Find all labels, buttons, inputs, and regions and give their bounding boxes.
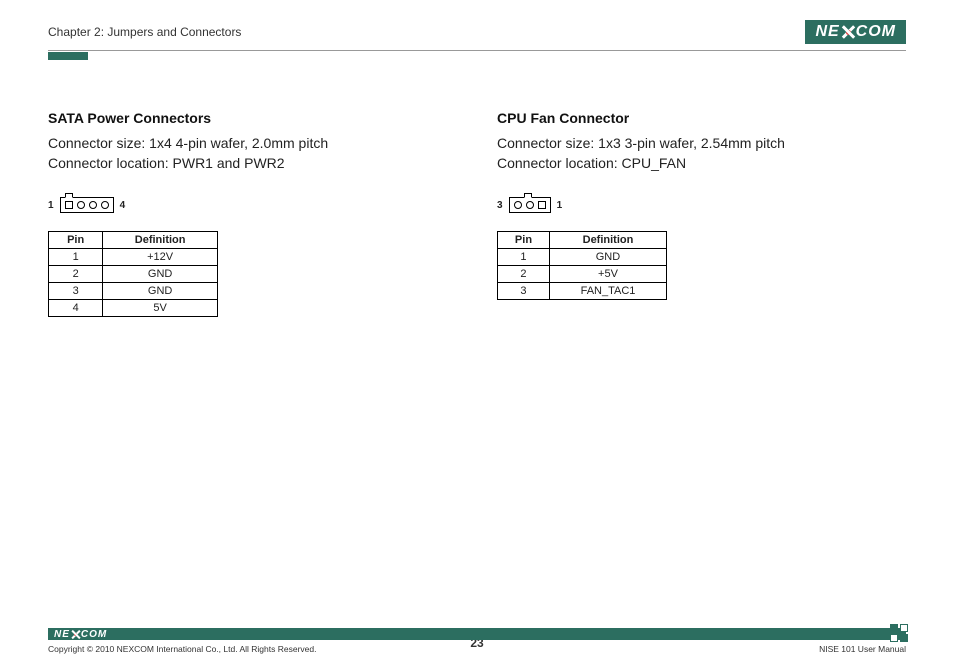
cell-def: GND — [103, 266, 218, 283]
page-header: Chapter 2: Jumpers and Connectors NE COM — [48, 20, 906, 51]
footer-squares-icon — [890, 624, 908, 642]
page-footer: NE COM Copyright © 2010 NEXCOM Internati… — [48, 628, 906, 654]
header-accent-bar — [48, 52, 88, 60]
table-row: 2GND — [49, 266, 218, 283]
sata-power-section: SATA Power Connectors Connector size: 1x… — [48, 110, 457, 317]
sata-pin-table: Pin Definition 1+12V 2GND 3GND 45V — [48, 231, 218, 317]
chapter-title: Chapter 2: Jumpers and Connectors — [48, 25, 241, 39]
brand-right: COM — [856, 23, 896, 41]
cell-def: GND — [103, 283, 218, 300]
cell-def: 5V — [103, 300, 218, 317]
sata-location: Connector location: PWR1 and PWR2 — [48, 154, 457, 174]
brand-logo: NE COM — [805, 20, 906, 44]
cell-pin: 4 — [49, 300, 103, 317]
sata-size: Connector size: 1x4 4-pin wafer, 2.0mm p… — [48, 134, 457, 154]
section-title-cpufan: CPU Fan Connector — [497, 110, 906, 126]
cell-pin: 1 — [498, 249, 550, 266]
notch-icon — [524, 193, 532, 198]
cell-pin: 1 — [49, 249, 103, 266]
cell-def: +5V — [549, 266, 666, 283]
sata-connector-diagram: 1 4 — [48, 197, 457, 213]
pin-icon — [89, 201, 97, 209]
th-pin: Pin — [498, 232, 550, 249]
pin-icon — [77, 201, 85, 209]
cell-pin: 3 — [49, 283, 103, 300]
section-title-sata: SATA Power Connectors — [48, 110, 457, 126]
table-row: 2+5V — [498, 266, 667, 283]
brand-left: NE — [54, 629, 70, 640]
cell-pin: 2 — [498, 266, 550, 283]
brand-left: NE — [815, 23, 839, 41]
copyright-text: Copyright © 2010 NEXCOM International Co… — [48, 644, 316, 654]
table-row: 1GND — [498, 249, 667, 266]
table-row: 45V — [49, 300, 218, 317]
footer-brand-logo: NE COM — [54, 629, 107, 640]
cpufan-location: Connector location: CPU_FAN — [497, 154, 906, 174]
brand-x-icon — [71, 630, 80, 639]
th-pin: Pin — [49, 232, 103, 249]
cell-pin: 2 — [49, 266, 103, 283]
table-row: 3FAN_TAC1 — [498, 283, 667, 300]
pin-label-right: 4 — [120, 200, 126, 211]
connector-body-icon — [509, 197, 551, 213]
cell-pin: 3 — [498, 283, 550, 300]
th-def: Definition — [103, 232, 218, 249]
cpufan-pin-table: Pin Definition 1GND 2+5V 3FAN_TAC1 — [497, 231, 667, 300]
footer-bar: NE COM — [48, 628, 906, 640]
pin-icon — [514, 201, 522, 209]
pin-icon — [526, 201, 534, 209]
connector-body-icon — [60, 197, 114, 213]
brand-right: COM — [81, 629, 107, 640]
notch-icon — [65, 193, 73, 198]
manual-name: NISE 101 User Manual — [819, 644, 906, 654]
brand-x-icon — [841, 25, 855, 39]
cpufan-connector-diagram: 3 1 — [497, 197, 906, 213]
pin-label-left: 1 — [48, 200, 54, 211]
pin-icon — [538, 201, 546, 209]
pin-icon — [65, 201, 73, 209]
cpu-fan-section: CPU Fan Connector Connector size: 1x3 3-… — [497, 110, 906, 317]
cpufan-size: Connector size: 1x3 3-pin wafer, 2.54mm … — [497, 134, 906, 154]
cell-def: +12V — [103, 249, 218, 266]
pin-label-right: 1 — [557, 200, 563, 211]
pin-label-left: 3 — [497, 200, 503, 211]
cell-def: FAN_TAC1 — [549, 283, 666, 300]
cell-def: GND — [549, 249, 666, 266]
pin-icon — [101, 201, 109, 209]
table-row: 1+12V — [49, 249, 218, 266]
th-def: Definition — [549, 232, 666, 249]
table-row: 3GND — [49, 283, 218, 300]
